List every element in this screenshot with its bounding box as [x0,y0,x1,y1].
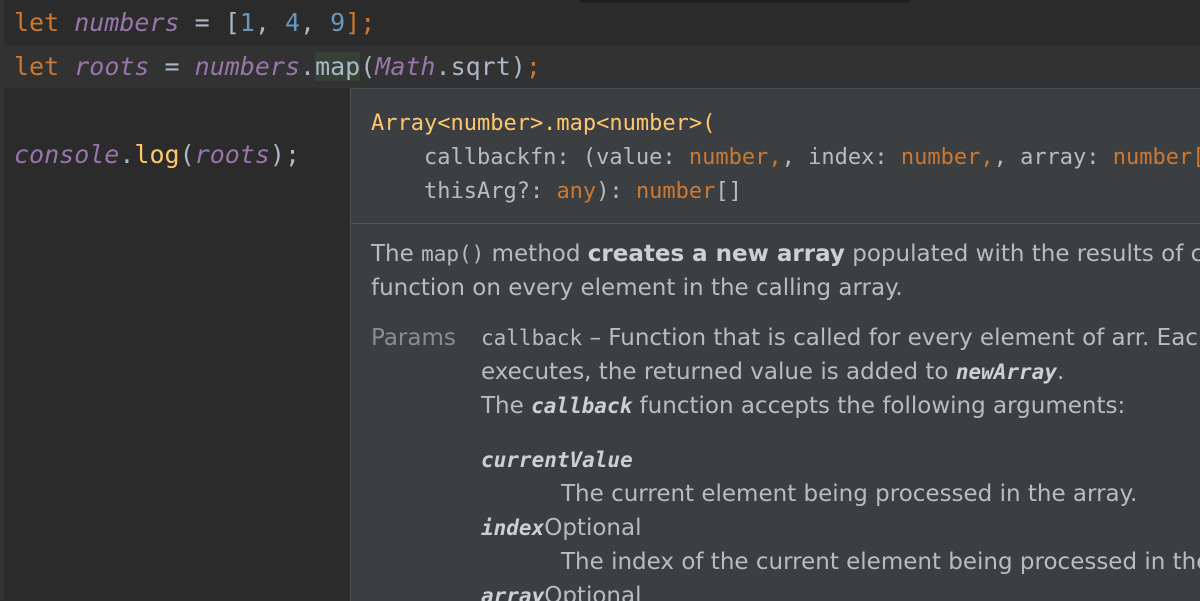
variable-numbers-ref[interactable]: numbers [195,52,300,81]
documentation-popup[interactable]: Array<number>.map<number>( callbackfn: (… [350,88,1200,601]
arg-current-value: currentValue [481,448,633,472]
signature-block: Array<number>.map<number>( callbackfn: (… [371,111,1200,204]
params-label: Params [371,325,456,351]
popup-separator [351,223,1200,224]
editor-gutter [0,0,4,600]
arg-index: index [481,516,545,540]
code-line-2[interactable]: let roots = numbers.map(Math.sqrt); [14,45,541,89]
arg-array: array [481,584,545,601]
top-panel-edge [580,0,910,3]
sqrt-function[interactable]: sqrt [451,52,511,81]
code-line-1[interactable]: let numbers = [1, 4, 9]; [14,1,375,45]
math-object[interactable]: Math [375,52,435,81]
variable-numbers[interactable]: numbers [74,8,179,37]
map-method-call[interactable]: map [315,52,361,81]
variable-roots-ref[interactable]: roots [195,140,270,169]
log-method[interactable]: log [134,140,179,169]
params-body: callback – Function that is called for e… [481,321,1200,601]
code-line-4[interactable]: console.log(roots); [14,133,300,177]
variable-roots[interactable]: roots [74,52,149,81]
console-object[interactable]: console [14,140,119,169]
method-description: The map() method creates a new array pop… [371,241,1200,301]
